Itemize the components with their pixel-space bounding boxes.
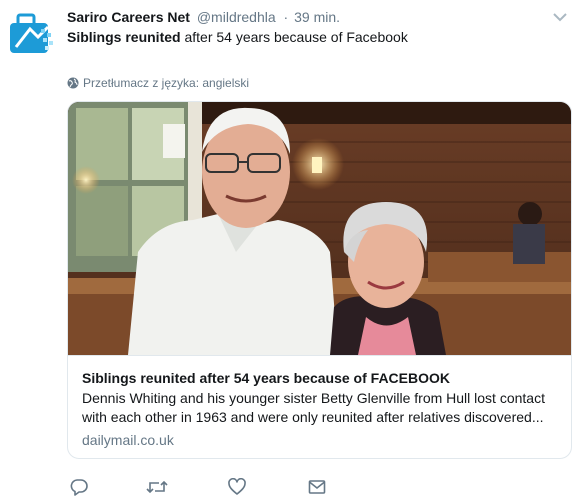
tweet-actions: [67, 477, 367, 497]
retweet-button[interactable]: [145, 477, 169, 497]
retweet-icon: [146, 480, 168, 494]
link-card[interactable]: Siblings reunited after 54 years because…: [67, 101, 572, 459]
tweet[interactable]: Sariro Careers Net @mildredhla · 39 min.…: [0, 0, 578, 503]
author-name[interactable]: Sariro Careers Net: [67, 9, 190, 25]
tweet-text-rest: after 54 years because of Facebook: [180, 29, 408, 45]
heart-icon: [228, 478, 246, 495]
separator-dot: ·: [283, 9, 289, 25]
translate-link[interactable]: Przetłumacz z języka: angielski: [67, 76, 249, 90]
globe-icon: [67, 77, 79, 89]
tweet-text: Siblings reunited after 54 years because…: [67, 28, 408, 46]
tweet-header: Sariro Careers Net @mildredhla · 39 min.: [67, 8, 340, 26]
envelope-icon: [308, 480, 326, 494]
translate-label: Przetłumacz z języka: angielski: [83, 76, 250, 90]
author-handle[interactable]: @mildredhla: [197, 9, 276, 25]
tweet-timestamp[interactable]: 39 min.: [294, 9, 340, 25]
reply-button[interactable]: [67, 477, 91, 497]
chevron-down-icon[interactable]: [550, 10, 570, 24]
card-title[interactable]: Siblings reunited after 54 years because…: [82, 369, 450, 387]
briefcase-logo-icon[interactable]: [8, 11, 56, 59]
direct-message-button[interactable]: [305, 477, 329, 497]
card-body[interactable]: Siblings reunited after 54 years because…: [68, 355, 571, 458]
card-domain[interactable]: dailymail.co.uk: [82, 431, 174, 449]
card-photo[interactable]: [68, 102, 571, 355]
card-description: Dennis Whiting and his younger sister Be…: [82, 390, 545, 425]
like-button[interactable]: [225, 477, 249, 497]
reply-icon: [70, 479, 88, 496]
tweet-text-bold: Siblings reunited: [67, 29, 181, 45]
